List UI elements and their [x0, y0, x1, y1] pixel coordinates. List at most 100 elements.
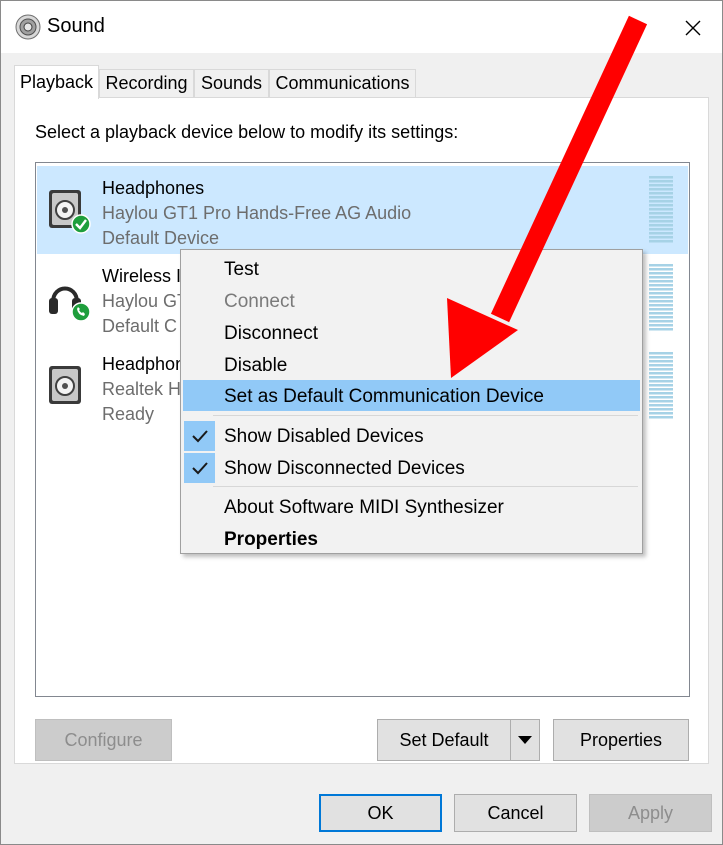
meter-tick: [649, 180, 673, 183]
meter-tick: [649, 388, 673, 391]
meter-tick: [649, 188, 673, 191]
meter-tick: [649, 360, 673, 363]
menu-item-label: Properties: [224, 529, 318, 550]
menu-item-label: Show Disabled Devices: [224, 426, 424, 447]
meter-tick: [649, 268, 673, 271]
meter-tick: [649, 224, 673, 227]
meter-tick: [649, 284, 673, 287]
device-name: Headphones: [102, 178, 205, 198]
meter-tick: [649, 264, 673, 267]
set-default-button[interactable]: Set Default: [377, 719, 511, 761]
speaker-app-icon: [15, 14, 41, 40]
meter-tick: [649, 208, 673, 211]
close-button[interactable]: [673, 11, 713, 45]
dropdown-arrow-icon: [518, 736, 532, 744]
meter-tick: [649, 320, 673, 323]
device-description: Haylou GT: [102, 291, 189, 311]
tab-recording[interactable]: Recording: [99, 69, 194, 97]
sound-dialog: Sound Playback Recording Sounds Communic…: [0, 0, 723, 845]
menu-item-show-disabled[interactable]: Show Disabled Devices: [183, 421, 640, 451]
device-status: Default Device: [102, 228, 220, 248]
meter-tick: [649, 240, 673, 243]
menu-item-disable[interactable]: Disable: [183, 350, 640, 380]
speaker-default-icon: [49, 190, 91, 234]
menu-item-connect[interactable]: Connect: [183, 286, 640, 316]
meter-tick: [649, 416, 673, 419]
menu-item-label: Disconnect: [224, 323, 318, 344]
instruction-text: Select a playback device below to modify…: [35, 122, 459, 142]
meter-tick: [649, 380, 673, 383]
meter-tick: [649, 292, 673, 295]
menu-item-properties[interactable]: Properties: [183, 524, 640, 554]
apply-button[interactable]: Apply: [589, 794, 712, 832]
meter-tick: [649, 304, 673, 307]
meter-tick: [649, 228, 673, 231]
meter-tick: [649, 372, 673, 375]
properties-button[interactable]: Properties: [553, 719, 689, 761]
tab-communications[interactable]: Communications: [269, 69, 416, 97]
meter-tick: [649, 200, 673, 203]
menu-item-label: Disable: [224, 355, 288, 376]
menu-item-set-default-communication[interactable]: Set as Default Communication Device: [183, 380, 640, 411]
device-name: Headphon: [102, 354, 186, 374]
meter-tick: [649, 352, 673, 355]
meter-tick: [649, 308, 673, 311]
meter-tick: [649, 272, 673, 275]
meter-tick: [649, 392, 673, 395]
menu-separator: [213, 486, 638, 487]
meter-tick: [649, 400, 673, 403]
meter-tick: [649, 324, 673, 327]
checkmark-icon: [184, 453, 215, 483]
close-icon: [685, 20, 701, 36]
cancel-button[interactable]: Cancel: [454, 794, 577, 832]
meter-tick: [649, 296, 673, 299]
meter-tick: [649, 368, 673, 371]
meter-tick: [649, 328, 673, 331]
meter-tick: [649, 384, 673, 387]
menu-item-about-midi[interactable]: About Software MIDI Synthesizer: [183, 492, 640, 522]
configure-button[interactable]: Configure: [35, 719, 172, 761]
volume-meter: [649, 352, 673, 419]
title-bar: Sound: [1, 1, 722, 53]
menu-item-show-disconnected[interactable]: Show Disconnected Devices: [183, 453, 640, 483]
set-default-dropdown[interactable]: [510, 719, 540, 761]
menu-item-label: Show Disconnected Devices: [224, 458, 465, 479]
volume-meter: [649, 264, 673, 331]
meter-tick: [649, 232, 673, 235]
tab-playback[interactable]: Playback: [14, 65, 99, 99]
menu-item-test[interactable]: Test: [183, 254, 640, 284]
device-name: Wireless I: [102, 266, 182, 286]
meter-tick: [649, 408, 673, 411]
meter-tick: [649, 196, 673, 199]
meter-tick: [649, 364, 673, 367]
context-menu: Test Connect Disconnect Disable Set as D…: [180, 249, 643, 554]
meter-tick: [649, 204, 673, 207]
menu-item-label: Test: [224, 259, 259, 280]
meter-tick: [649, 280, 673, 283]
meter-tick: [649, 396, 673, 399]
meter-tick: [649, 192, 673, 195]
device-status: Ready: [102, 404, 155, 424]
meter-tick: [649, 412, 673, 415]
device-description: Realtek H: [102, 379, 182, 399]
device-item-headphones-haylou[interactable]: Headphones Haylou GT1 Pro Hands-Free AG …: [37, 166, 688, 254]
menu-item-label: Set as Default Communication Device: [224, 386, 544, 407]
menu-item-disconnect[interactable]: Disconnect: [183, 318, 640, 348]
meter-tick: [649, 236, 673, 239]
menu-item-label: Connect: [224, 291, 295, 312]
meter-tick: [649, 184, 673, 187]
ok-button[interactable]: OK: [319, 794, 442, 832]
volume-meter: [649, 176, 673, 243]
meter-tick: [649, 316, 673, 319]
meter-tick: [649, 404, 673, 407]
meter-tick: [649, 216, 673, 219]
menu-item-label: About Software MIDI Synthesizer: [224, 497, 504, 518]
tab-sounds[interactable]: Sounds: [194, 69, 269, 97]
meter-tick: [649, 176, 673, 179]
meter-tick: [649, 212, 673, 215]
window-title: Sound: [47, 15, 105, 37]
device-description: Haylou GT1 Pro Hands-Free AG Audio: [102, 203, 412, 223]
meter-tick: [649, 376, 673, 379]
menu-separator: [213, 415, 638, 416]
device-status: Default C: [102, 316, 178, 336]
